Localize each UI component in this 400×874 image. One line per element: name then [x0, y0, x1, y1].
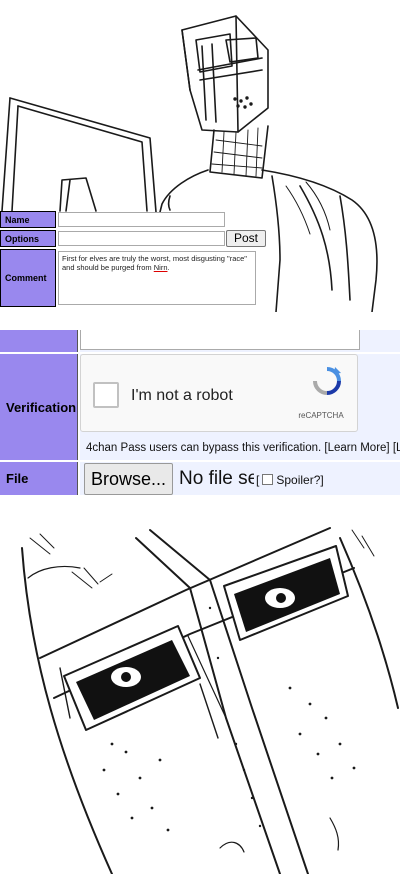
recaptcha-logo-icon	[313, 367, 341, 395]
recaptcha-label: I'm not a robot	[131, 387, 233, 404]
recaptcha-checkbox[interactable]	[93, 382, 119, 408]
spoiler-option: [Spoiler?]	[256, 473, 324, 487]
comment-misspelled-word: Nirn	[153, 263, 168, 272]
comment-label-partial	[0, 330, 78, 352]
file-label: File	[0, 462, 78, 495]
name-label: Name	[0, 211, 56, 228]
comic-panel-2: Verification I'm not a robot reCAPTCHA 4…	[0, 330, 400, 495]
comment-textarea-bottom[interactable]	[80, 330, 360, 350]
spoiler-label: Spoiler?	[276, 473, 321, 487]
post-form-panel1: Name Options Post Comment First for elve…	[0, 211, 272, 310]
verification-label: Verification	[0, 354, 78, 460]
pass-notice: 4chan Pass users can bypass this verific…	[86, 442, 400, 454]
comic-panel-1: Name Options Post Comment First for elve…	[0, 0, 400, 312]
browse-button[interactable]: Browse...	[84, 463, 173, 495]
comment-label: Comment	[0, 249, 56, 307]
comment-text-tail: .	[167, 263, 170, 272]
post-button[interactable]: Post	[226, 230, 266, 247]
recaptcha-widget: I'm not a robot reCAPTCHA	[80, 354, 358, 432]
no-file-selected-text: No file sel	[179, 468, 254, 489]
comment-field-bottom[interactable]	[80, 330, 400, 352]
comic-panel-3	[0, 508, 400, 874]
name-field[interactable]	[58, 212, 225, 227]
comment-textarea[interactable]: First for elves are truly the worst, mos…	[58, 251, 256, 305]
options-field[interactable]	[58, 231, 225, 246]
knight-helmet-closeup-drawing	[21, 527, 399, 874]
spoiler-checkbox[interactable]	[262, 474, 274, 485]
recaptcha-brand: reCAPTCHA	[298, 411, 344, 420]
options-label: Options	[0, 230, 56, 247]
